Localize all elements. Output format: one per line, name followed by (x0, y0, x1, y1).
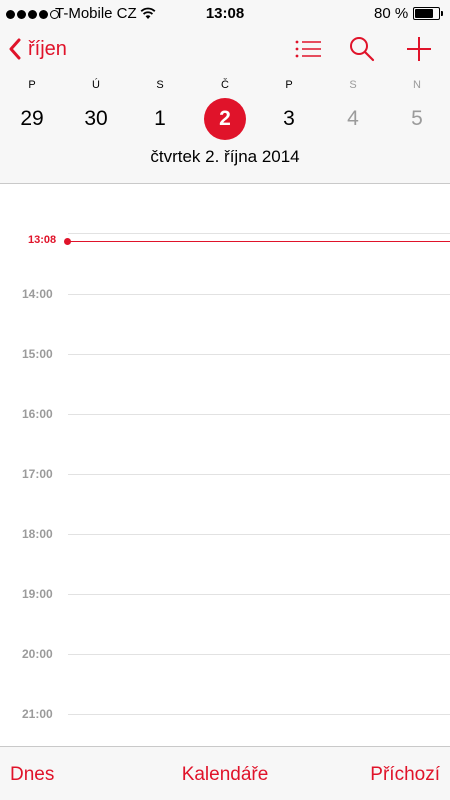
current-time-indicator: 13:08 (0, 234, 450, 246)
day-number: 1 (154, 107, 166, 130)
hour-row: 15:00 (0, 347, 450, 361)
day-timeline[interactable]: 13:08 14:00 15:00 16:00 17:00 18:00 19:0… (0, 185, 450, 745)
day-letter: P (285, 79, 293, 91)
current-time-line (68, 241, 450, 242)
inbox-button[interactable]: Příchozí (370, 764, 440, 786)
day-letter: P (28, 79, 36, 91)
day-number: 29 (20, 107, 44, 130)
hour-row: 14:00 (0, 287, 450, 301)
timeline-divider (68, 233, 450, 234)
day-cell-selected[interactable]: Č 2 (197, 78, 253, 148)
day-letter: S (349, 79, 357, 91)
day-cell[interactable]: Ú 30 (68, 78, 124, 148)
hour-row: 17:00 (0, 467, 450, 481)
hour-line (68, 594, 450, 595)
hour-label: 21:00 (22, 707, 53, 721)
nav-bar: říjen (0, 28, 450, 72)
status-bar: T-Mobile CZ 13:08 80 % (0, 0, 450, 28)
day-cell[interactable]: P 29 (4, 78, 60, 148)
hour-row: 21:00 (0, 707, 450, 721)
day-letter: Ú (92, 79, 100, 91)
chevron-left-icon (9, 38, 21, 60)
hour-line (68, 714, 450, 715)
day-letter: N (413, 79, 421, 91)
back-label: říjen (28, 37, 67, 60)
plus-icon[interactable] (405, 36, 433, 62)
hour-row: 18:00 (0, 527, 450, 541)
day-cell[interactable]: P 3 (261, 78, 317, 148)
hour-label: 16:00 (22, 407, 53, 421)
selected-date-title: čtvrtek 2. října 2014 (150, 147, 300, 166)
day-letter: Č (221, 79, 229, 91)
hour-label: 15:00 (22, 347, 53, 361)
hour-row: 19:00 (0, 587, 450, 601)
hour-label: 18:00 (22, 527, 53, 541)
hour-line (68, 294, 450, 295)
battery-percent: 80 % (374, 5, 409, 22)
day-number: 3 (283, 107, 295, 130)
hour-label: 20:00 (22, 647, 53, 661)
day-number: 5 (411, 107, 423, 130)
day-cell[interactable]: S 4 (325, 78, 381, 148)
battery-icon (413, 7, 443, 20)
hour-label: 14:00 (22, 287, 53, 301)
back-to-month-button[interactable]: říjen (8, 34, 67, 64)
hour-line (68, 654, 450, 655)
hour-label: 17:00 (22, 467, 53, 481)
hour-line (68, 474, 450, 475)
current-time-label: 13:08 (28, 234, 57, 246)
list-icon[interactable] (294, 36, 322, 62)
day-cell[interactable]: N 5 (389, 78, 445, 148)
hour-line (68, 414, 450, 415)
hour-label: 19:00 (22, 587, 53, 601)
day-number: 30 (84, 107, 108, 130)
hour-row: 16:00 (0, 407, 450, 421)
day-cell[interactable]: S 1 (132, 78, 188, 148)
day-letter: S (156, 79, 164, 91)
day-number: 4 (347, 107, 359, 130)
hour-line (68, 534, 450, 535)
hour-row: 20:00 (0, 647, 450, 661)
day-number: 2 (204, 98, 246, 140)
search-icon[interactable] (348, 36, 376, 62)
hour-line (68, 354, 450, 355)
bottom-toolbar: Dnes Kalendáře Příchozí (0, 746, 450, 800)
week-strip: P 29 Ú 30 S 1 Č 2 P 3 S 4 N 5 (0, 78, 450, 148)
calendar-header: T-Mobile CZ 13:08 80 % říjen P 29 Ú 30 S… (0, 0, 450, 184)
